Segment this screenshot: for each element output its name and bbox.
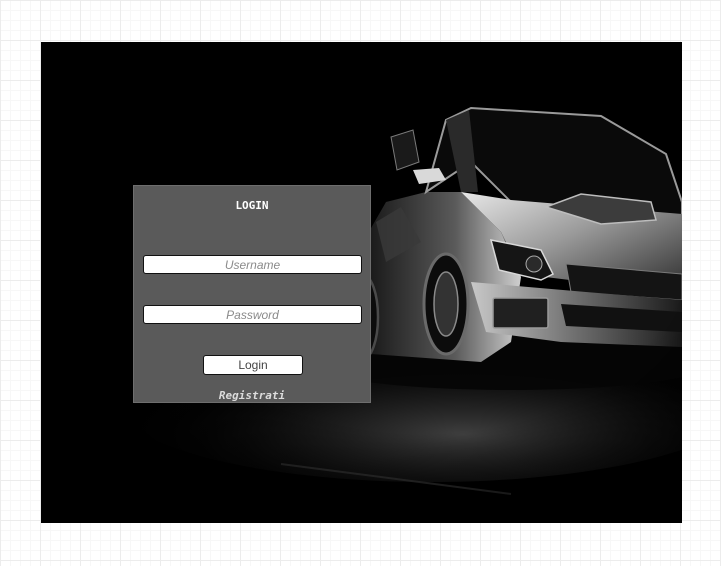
username-input[interactable] [143,255,362,274]
hero-stage: LOGIN Login Registrati [41,42,682,523]
login-title: LOGIN [235,199,269,212]
login-panel: LOGIN Login Registrati [133,185,371,403]
register-link[interactable]: Registrati [134,389,370,402]
password-input[interactable] [143,305,362,324]
login-button[interactable]: Login [203,355,303,375]
